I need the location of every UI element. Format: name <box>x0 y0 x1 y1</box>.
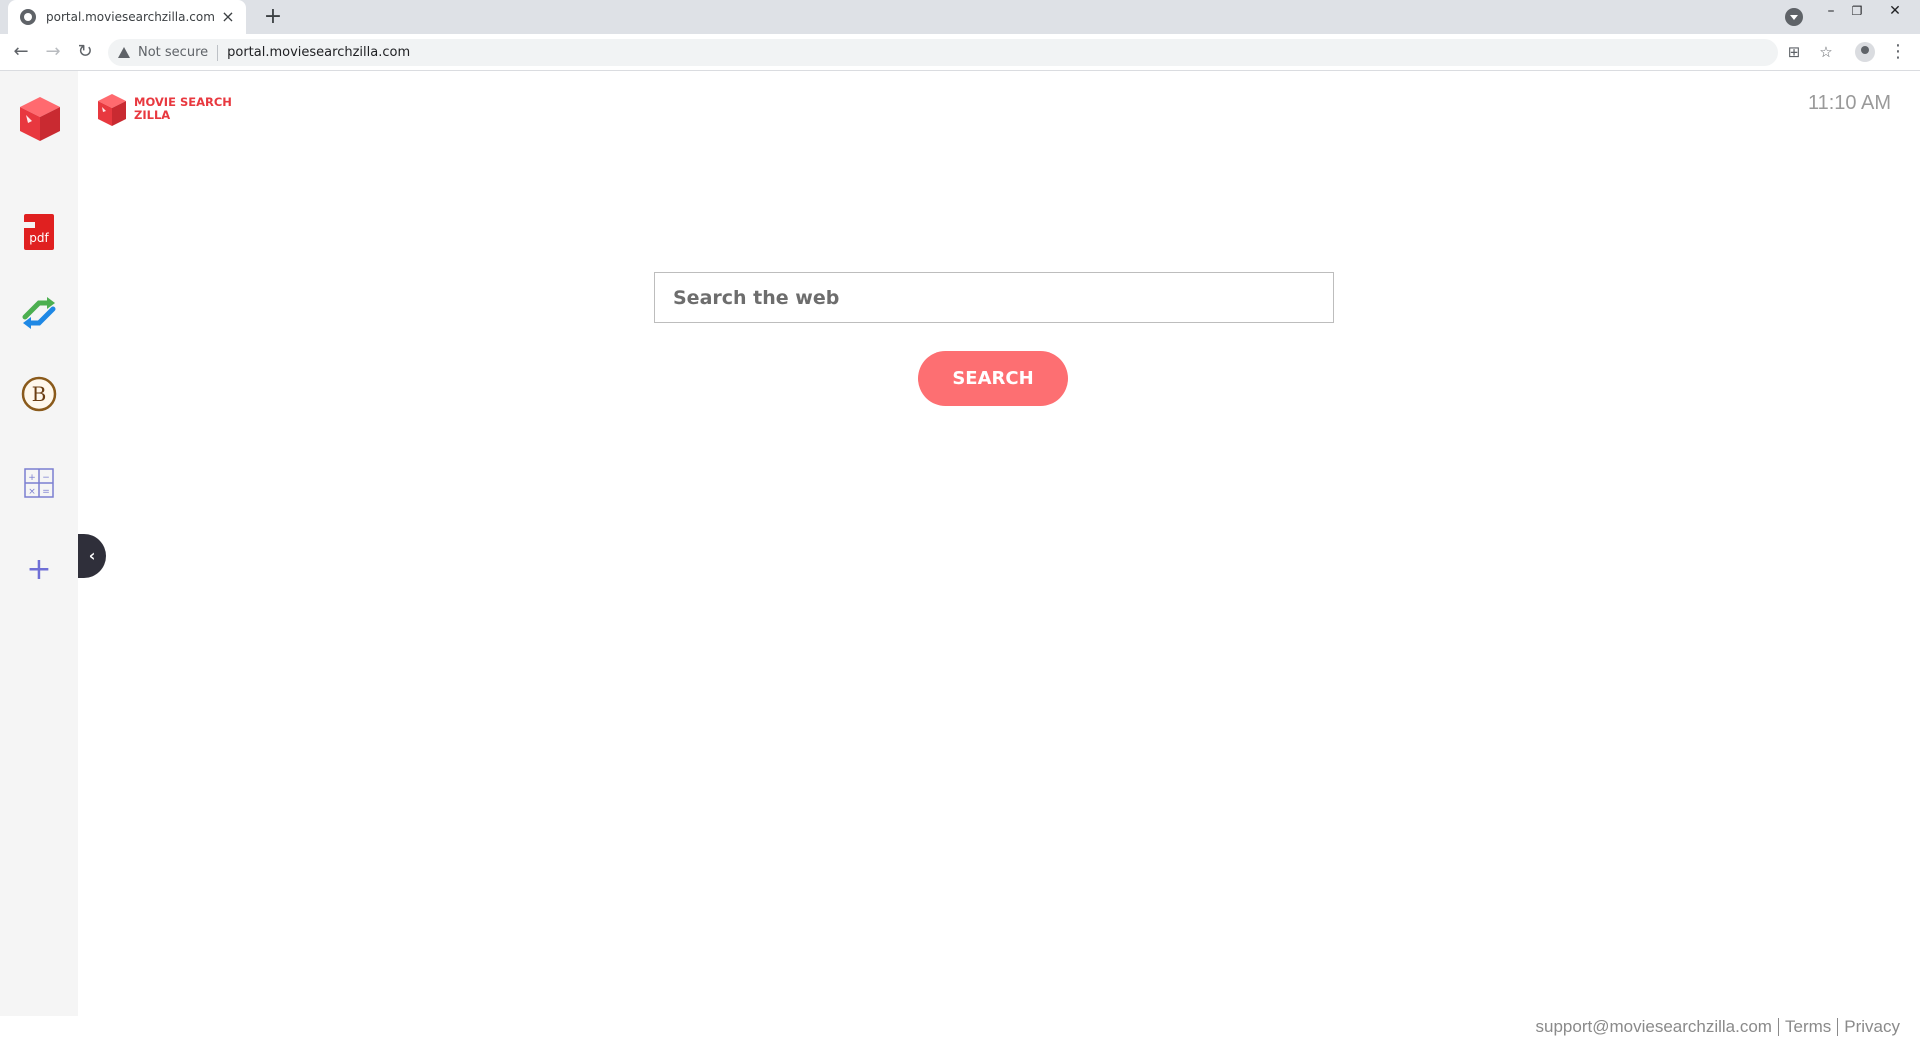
new-tab-button[interactable]: + <box>260 4 286 30</box>
sidebar-collapse-button[interactable]: ‹ <box>78 534 106 578</box>
qr-code-icon[interactable]: ⊞ <box>1784 42 1804 62</box>
restore-button[interactable]: ❐ <box>1840 0 1874 28</box>
reload-button[interactable]: ↻ <box>73 40 97 64</box>
warning-icon <box>118 47 130 58</box>
calculator-icon: + − × = <box>24 468 54 498</box>
bookmark-star-icon[interactable]: ☆ <box>1816 42 1836 62</box>
pdf-icon: pdf <box>21 214 54 250</box>
footer: support@moviesearchzilla.com Terms Priva… <box>1536 1017 1900 1037</box>
clock: 11:10 AM <box>1807 92 1891 114</box>
home-cube-logo[interactable] <box>18 95 62 143</box>
svg-text:+: + <box>28 473 36 483</box>
tab-search-icon[interactable] <box>1785 8 1803 26</box>
security-indicator[interactable]: Not secure <box>138 45 208 60</box>
browser-toolbar: ← → ↻ Not secure portal.moviesearchzilla… <box>0 34 1920 71</box>
profile-avatar[interactable] <box>1855 42 1875 62</box>
search-input[interactable] <box>654 272 1334 323</box>
browser-menu-button[interactable]: ⋮ <box>1888 42 1908 62</box>
forward-button[interactable]: → <box>41 40 65 64</box>
close-window-button[interactable]: ✕ <box>1878 0 1912 28</box>
browser-tabstrip: portal.moviesearchzilla.com × + – ❐ ✕ <box>0 0 1920 34</box>
support-email-link[interactable]: support@moviesearchzilla.com <box>1536 1017 1772 1037</box>
tab-close-button[interactable]: × <box>220 9 236 25</box>
cube-logo-small-icon <box>98 94 126 126</box>
url-text[interactable]: portal.moviesearchzilla.com <box>227 45 410 60</box>
brand-name-line2: ZILLA <box>134 108 171 122</box>
sidebar-item-calculator[interactable]: + − × = <box>19 463 59 503</box>
footer-divider <box>1777 1018 1779 1036</box>
tab-title: portal.moviesearchzilla.com <box>46 10 215 24</box>
pdf-label: pdf <box>29 231 49 245</box>
search-button[interactable]: SEARCH <box>918 351 1068 406</box>
svg-text:×: × <box>28 487 36 497</box>
brand-logo[interactable]: MOVIE SEARCH ZILLA <box>96 92 236 132</box>
omnibox-divider <box>217 44 219 61</box>
sidebar-item-converter[interactable] <box>19 293 59 333</box>
browser-tab[interactable]: portal.moviesearchzilla.com × <box>8 0 246 34</box>
globe-icon <box>20 9 36 25</box>
bitcoin-letter: B <box>32 382 47 406</box>
sidebar-item-pdf[interactable]: pdf <box>19 212 59 252</box>
privacy-link[interactable]: Privacy <box>1844 1017 1900 1037</box>
cube-logo-icon <box>20 97 60 141</box>
plus-icon[interactable]: + <box>19 550 59 590</box>
address-bar[interactable]: Not secure portal.moviesearchzilla.com <box>108 39 1778 66</box>
swap-arrows-icon <box>22 297 56 329</box>
svg-text:=: = <box>42 487 50 497</box>
svg-text:−: − <box>42 473 50 483</box>
back-button[interactable]: ← <box>9 40 33 64</box>
brand-name: MOVIE SEARCH ZILLA <box>134 96 232 122</box>
footer-divider <box>1837 1018 1839 1036</box>
bitcoin-icon: B <box>21 376 57 412</box>
sidebar-item-bitcoin[interactable]: B <box>19 374 59 414</box>
terms-link[interactable]: Terms <box>1785 1017 1831 1037</box>
sidebar: pdf B + − × = + <box>0 71 78 1016</box>
